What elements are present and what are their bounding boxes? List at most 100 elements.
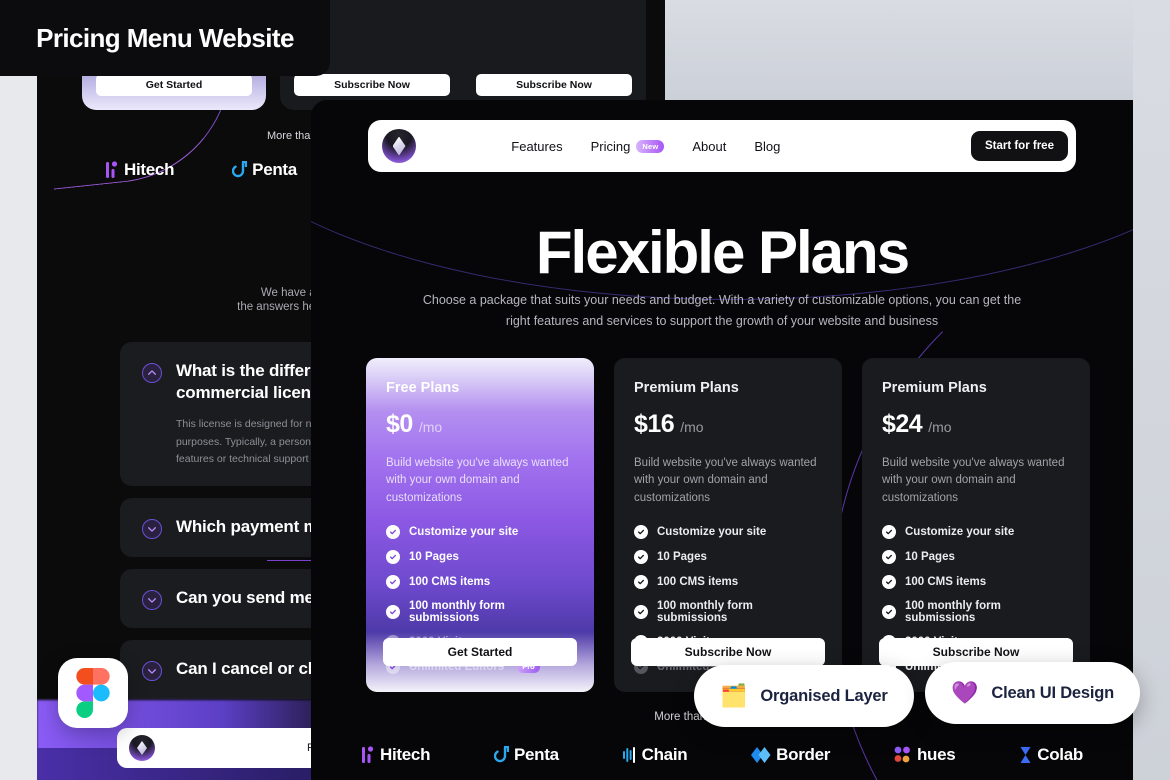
plan-feature-label: 100 CMS items <box>409 575 491 588</box>
brand-logo-label: Colab <box>1037 745 1083 764</box>
check-icon <box>634 524 648 539</box>
plan-feature: 10 Pages <box>634 549 822 564</box>
background-pricing-card: 100 CMS items100 monthly form submission… <box>462 0 646 110</box>
folder-icon: 🗂️ <box>720 683 748 708</box>
pricing-card: Premium Plans $16/mo Build website you've … <box>614 358 842 692</box>
check-icon <box>634 604 648 619</box>
colab-mark-icon <box>1019 746 1032 764</box>
plan-feature: 10 Pages <box>386 549 574 564</box>
plan-price-row: $24/mo <box>882 410 1070 439</box>
brand-logo-penta: Penta <box>493 745 559 765</box>
brand-logo-label: Border <box>776 745 831 764</box>
check-icon <box>386 524 400 539</box>
brand-logo-label: Penta <box>252 160 297 179</box>
chevron-down-icon <box>142 661 162 682</box>
brand-logo-label: Hitech <box>380 745 431 764</box>
plan-feature-label: 100 CMS items <box>905 575 987 588</box>
plan-feature: Customize your site <box>386 524 574 539</box>
border-mark-icon <box>751 746 771 764</box>
penta-mark-icon <box>232 161 248 179</box>
logo-row: Hitech Penta Chain Border hues Colab <box>341 732 1103 778</box>
chain-mark-icon <box>622 746 637 764</box>
plan-name: Premium Plans <box>634 380 739 396</box>
check-icon <box>386 604 400 619</box>
plan-feature: Customize your site <box>882 524 1070 539</box>
brand-logo-hitech: Hitech <box>105 160 174 180</box>
chevron-down-icon <box>142 590 162 611</box>
nav-links: Features Pricing New About Blog <box>511 139 780 154</box>
check-icon <box>634 574 648 589</box>
nav-link-features[interactable]: Features <box>511 139 562 154</box>
hitech-mark-icon <box>361 746 375 764</box>
plan-feature-label: 10 Pages <box>409 550 459 563</box>
brand-logo-hues: hues <box>894 745 956 765</box>
plan-feature-label: 100 monthly form submissions <box>409 599 505 624</box>
check-icon <box>882 524 896 539</box>
plan-feature: 100 CMS items <box>386 574 574 589</box>
plan-name: Premium Plans <box>882 380 987 396</box>
page-subtitle: Choose a package that suits your needs a… <box>422 290 1022 331</box>
plan-period: /mo <box>680 419 704 435</box>
brand-logo-border: Border <box>751 745 830 765</box>
check-icon <box>882 549 896 564</box>
plan-price-row: $16/mo <box>634 410 822 439</box>
navbar: Features Pricing New About Blog Start for fr… <box>368 120 1076 172</box>
chevron-up-icon <box>142 363 162 383</box>
clean-ui-design-label: Clean UI Design <box>991 683 1115 702</box>
plan-description: Build website you've always wanted with … <box>882 457 1065 504</box>
brand-logo-chain: Chain <box>622 745 688 765</box>
plan-period: /mo <box>928 419 952 435</box>
new-badge: New <box>636 139 665 153</box>
start-for-free-button[interactable]: Start for free <box>970 131 1068 161</box>
organised-layer-label: Organised Layer <box>760 686 888 705</box>
nav-link-label: About <box>692 138 727 154</box>
check-icon <box>386 549 400 564</box>
check-icon <box>882 604 896 619</box>
brand-logo-penta: Penta <box>232 160 297 180</box>
background-plan-cta-button: Subscribe Now <box>294 74 450 96</box>
screenshot-stage: 10 Pages100 CMS items100 monthly form su… <box>0 0 1170 780</box>
plan-price: $0 <box>386 410 413 438</box>
title-card-label: Pricing Menu Website <box>36 22 294 53</box>
diamond-shape <box>392 136 406 156</box>
plan-feature-label: 100 CMS items <box>657 575 739 588</box>
title-card: Pricing Menu Website <box>0 0 330 76</box>
pricing-card: Free Plans $0/mo Build website you've alwa… <box>366 358 594 692</box>
diamond-logo-icon[interactable] <box>382 129 416 163</box>
nav-link-blog[interactable]: Blog <box>754 139 780 154</box>
brand-logo-label: hues <box>916 745 956 764</box>
nav-link-label: Features <box>511 138 563 154</box>
penta-mark-icon <box>493 746 509 764</box>
page-title: Flexible Plans <box>535 219 910 286</box>
background-plan-cta-button: Get Started <box>96 74 252 96</box>
plan-period: /mo <box>418 419 443 435</box>
page-background-right <box>1133 0 1170 780</box>
page-subtitle-line1: Choose a package that suits your needs a… <box>422 293 1001 307</box>
page-background-top-right <box>665 0 1170 100</box>
organised-layer-pill: 🗂️ Organised Layer <box>694 665 914 727</box>
nav-link-label: Pricing <box>590 138 631 154</box>
check-icon <box>386 574 400 589</box>
purple-heart-icon: 💜 <box>951 680 979 705</box>
plan-cta-button[interactable]: Subscribe Now <box>631 638 825 666</box>
plan-cta-button[interactable]: Get Started <box>383 638 577 666</box>
plan-feature: 10 Pages <box>882 549 1070 564</box>
plan-description: Build website you've always wanted with … <box>386 457 569 504</box>
plan-feature-label: Customize your site <box>657 525 767 538</box>
plan-feature: 100 monthly form submissions <box>882 600 1070 624</box>
brand-logo-label: Hitech <box>124 160 175 179</box>
plan-name: Free Plans <box>386 380 460 396</box>
figma-icon <box>76 668 110 718</box>
diamond-logo-icon <box>129 735 155 761</box>
nav-link-pricing[interactable]: Pricing New <box>591 139 665 154</box>
plan-price: $16 <box>634 410 675 438</box>
plan-feature: 100 CMS items <box>634 574 822 589</box>
plan-feature: Customize your site <box>634 524 822 539</box>
nav-link-about[interactable]: About <box>692 139 726 154</box>
plan-feature-label: 100 monthly form submissions <box>905 599 1001 624</box>
clean-ui-design-pill: 💜 Clean UI Design <box>925 662 1141 724</box>
brand-logo-label: Chain <box>641 745 688 764</box>
plan-feature: 100 CMS items <box>882 574 1070 589</box>
plan-feature-label: 100 monthly form submissions <box>657 599 753 624</box>
brand-logo-label: Penta <box>513 745 559 764</box>
